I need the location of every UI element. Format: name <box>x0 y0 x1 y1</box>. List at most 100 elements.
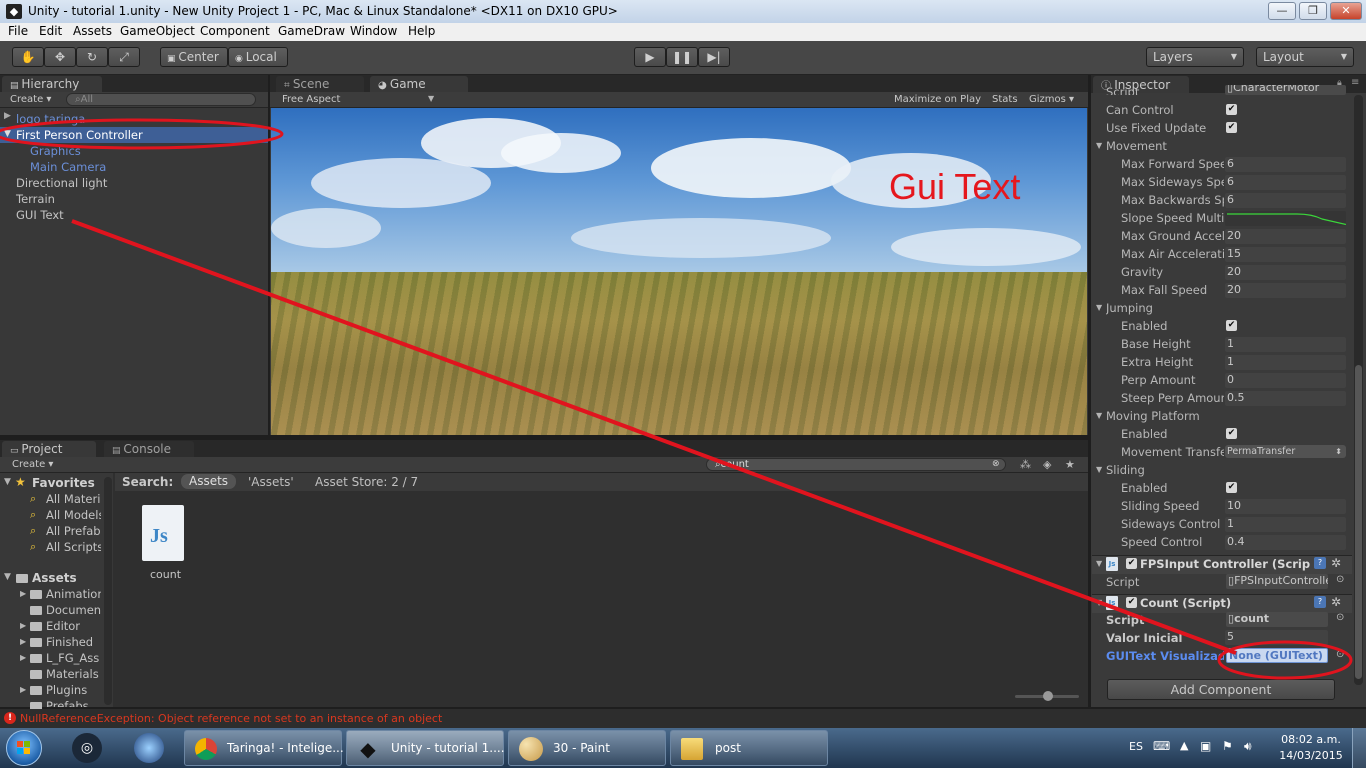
tab-console[interactable]: ▤ Console <box>104 441 194 458</box>
filter-type-icon[interactable]: ⁂ <box>1020 458 1031 471</box>
aspect-dropdown[interactable]: Free Aspect <box>282 94 340 105</box>
folder-animation[interactable]: Animation <box>46 587 101 601</box>
task-unity[interactable]: ◆ Unity - tutorial 1.... <box>346 730 505 766</box>
tray-expand-icon[interactable]: ▲ <box>1180 739 1188 752</box>
keyboard-icon[interactable]: ⌨ <box>1153 739 1170 753</box>
task-chrome[interactable]: Taringa! - Intelige... <box>184 730 344 766</box>
network-icon[interactable]: ▣ <box>1200 739 1211 753</box>
menu-assets[interactable]: Assets <box>73 24 112 38</box>
pause-button[interactable]: ❚❚ <box>666 47 698 67</box>
help-book-icon[interactable]: ? <box>1314 596 1326 608</box>
expand-arrow-icon[interactable]: ▶ <box>20 621 26 630</box>
object-picker-icon[interactable]: ⊙ <box>1336 574 1344 585</box>
folder-documentation[interactable]: Documen <box>46 603 101 617</box>
max-sideways-speed-field[interactable]: 6 <box>1225 175 1346 190</box>
sideways-control-field[interactable]: 1 <box>1225 517 1346 532</box>
collapse-arrow-icon[interactable]: ▼ <box>1096 598 1102 607</box>
folder-editor[interactable]: Editor <box>46 619 101 633</box>
folder-finished[interactable]: Finished <box>46 635 101 649</box>
expand-arrow-icon[interactable]: ▶ <box>20 637 26 646</box>
steam-icon[interactable]: ◎ <box>72 733 102 763</box>
object-picker-icon[interactable]: ⊙ <box>1336 612 1344 623</box>
tab-scene[interactable]: ⌗ Scene <box>276 76 364 93</box>
start-button[interactable] <box>6 730 42 766</box>
folder-prefabs[interactable]: Prefabs <box>46 699 101 707</box>
folder-materials[interactable]: Materials <box>46 667 101 681</box>
favorite-all-models[interactable]: All Models <box>46 508 101 522</box>
collapse-arrow-icon[interactable]: ▼ <box>1096 411 1102 420</box>
max-fall-speed-field[interactable]: 20 <box>1225 283 1346 298</box>
movement-section-header[interactable]: Movement <box>1106 139 1224 153</box>
assets-heading[interactable]: Assets <box>32 571 77 585</box>
media-app-icon[interactable] <box>134 733 164 763</box>
menu-file[interactable]: File <box>8 24 28 38</box>
hierarchy-item-directional-light[interactable]: Directional light <box>16 176 107 190</box>
hierarchy-item-logo-taringa[interactable]: logo taringa <box>16 112 85 126</box>
project-tree-scrollbar[interactable] <box>104 477 112 705</box>
layout-dropdown[interactable]: Layout ▼ <box>1256 47 1354 67</box>
icon-size-slider-thumb[interactable] <box>1043 691 1053 701</box>
play-button[interactable]: ▶ <box>634 47 666 67</box>
scope-assets-button[interactable]: Assets <box>181 474 237 489</box>
speed-control-field[interactable]: 0.4 <box>1225 535 1346 550</box>
close-button[interactable]: ✕ <box>1330 2 1362 20</box>
maximize-on-play-toggle[interactable]: Maximize on Play <box>894 94 981 105</box>
tab-hierarchy[interactable]: ▤ Hierarchy <box>2 76 102 93</box>
favorite-star-icon[interactable]: ★ <box>1065 458 1075 471</box>
move-tool-icon[interactable]: ✥ <box>44 47 76 67</box>
jumping-section-header[interactable]: Jumping <box>1106 301 1224 315</box>
menu-help[interactable]: Help <box>408 24 435 38</box>
pivot-center-toggle[interactable]: ▣ Center <box>160 47 228 67</box>
collapse-arrow-icon[interactable]: ▼ <box>1096 303 1102 312</box>
clock-time[interactable]: 08:02 a.m. <box>1278 733 1344 746</box>
game-viewport[interactable]: Gui Text <box>271 108 1087 435</box>
movement-transfer-dropdown[interactable]: PermaTransfer ⬍ <box>1225 445 1346 458</box>
language-indicator[interactable]: ES <box>1129 740 1143 753</box>
inspector-scrollbar[interactable] <box>1354 95 1363 685</box>
help-book-icon[interactable]: ? <box>1314 557 1326 569</box>
count-script-field[interactable]: ▯count <box>1226 612 1328 627</box>
scale-tool-icon[interactable]: ⤢ <box>108 47 140 67</box>
task-folder-post[interactable]: post <box>670 730 828 766</box>
expand-arrow-icon[interactable]: ▶ <box>20 589 26 598</box>
favorite-all-prefabs[interactable]: All Prefab <box>46 524 101 538</box>
expand-arrow-icon[interactable]: ▶ <box>20 685 26 694</box>
maximize-button[interactable]: ❐ <box>1299 2 1327 20</box>
aspect-chevron-icon[interactable]: ▼ <box>428 94 434 103</box>
slope-speed-curve-field[interactable] <box>1225 211 1346 226</box>
menu-component[interactable]: Component <box>200 24 270 38</box>
clear-search-icon[interactable]: ⊗ <box>992 459 1000 469</box>
use-fixed-update-checkbox[interactable]: ✔ <box>1226 122 1237 133</box>
filter-label-icon[interactable]: ◈ <box>1043 458 1051 471</box>
hand-tool-icon[interactable]: ✋ <box>12 47 44 67</box>
scope-asset-store-button[interactable]: Asset Store: 2 / 7 <box>315 475 418 489</box>
max-ground-acceleration-field[interactable]: 20 <box>1225 229 1346 244</box>
scope-selected-folder-button[interactable]: 'Assets' <box>248 475 294 489</box>
extra-height-field[interactable]: 1 <box>1225 355 1346 370</box>
collapse-arrow-icon[interactable]: ▼ <box>1096 465 1102 474</box>
add-component-button[interactable]: Add Component <box>1107 679 1335 700</box>
collapse-arrow-icon[interactable]: ▼ <box>1096 559 1102 568</box>
moving-platform-section-header[interactable]: Moving Platform <box>1106 409 1224 423</box>
gravity-field[interactable]: 20 <box>1225 265 1346 280</box>
max-forward-speed-field[interactable]: 6 <box>1225 157 1346 172</box>
valor-inicial-field[interactable]: 5 <box>1225 630 1328 645</box>
folder-l-fg-assets[interactable]: L_FG_Ass <box>46 651 101 665</box>
sliding-enabled-checkbox[interactable]: ✔ <box>1226 482 1237 493</box>
step-button[interactable]: ▶| <box>698 47 730 67</box>
hierarchy-item-graphics[interactable]: Graphics <box>30 144 81 158</box>
count-script-asset[interactable]: Js <box>142 505 184 561</box>
favorite-all-scripts[interactable]: All Scripts <box>46 540 101 554</box>
object-picker-icon[interactable]: ⊙ <box>1336 649 1344 660</box>
collapse-arrow-icon[interactable]: ▼ <box>4 572 11 582</box>
collapse-arrow-icon[interactable]: ▼ <box>1096 141 1102 150</box>
minimize-button[interactable]: — <box>1268 2 1296 20</box>
menu-edit[interactable]: Edit <box>39 24 62 38</box>
rotate-tool-icon[interactable]: ↻ <box>76 47 108 67</box>
tab-game[interactable]: ◕ Game <box>370 76 468 93</box>
collapse-arrow-icon[interactable]: ▼ <box>4 477 11 487</box>
sliding-section-header[interactable]: Sliding <box>1106 463 1224 477</box>
hierarchy-item-terrain[interactable]: Terrain <box>16 192 55 206</box>
hierarchy-create-dropdown[interactable]: Create ▾ <box>10 94 51 105</box>
task-paint[interactable]: 30 - Paint <box>508 730 666 766</box>
